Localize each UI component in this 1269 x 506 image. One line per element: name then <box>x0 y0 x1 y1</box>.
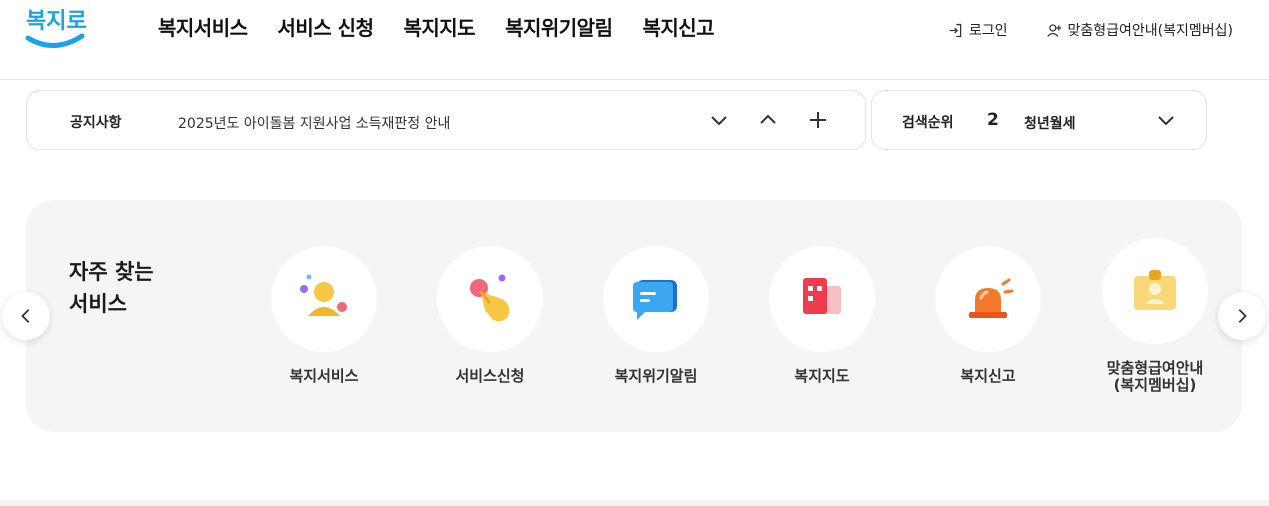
site-header: 복지로 복지서비스 서비스 신청 복지지도 복지위기알림 복지신고 로그인 맞춤… <box>0 0 1269 80</box>
search-rank-label: 검색순위 <box>902 115 954 131</box>
chevron-right-icon <box>1238 309 1247 323</box>
service-item-service-apply[interactable]: 서비스신청 <box>420 246 560 385</box>
person-icon <box>300 274 347 316</box>
chat-bubble-icon <box>633 280 677 320</box>
service-icon-circle <box>935 246 1041 352</box>
notice-next-button[interactable] <box>707 108 731 132</box>
frequent-services-title: 자주 찾는 서비스 <box>69 260 154 316</box>
logo[interactable]: 복지로 <box>22 2 88 52</box>
service-label: 맞춤형급여안내 (복지멤버십) <box>1106 359 1204 394</box>
map-icon <box>803 278 841 314</box>
notice-text[interactable]: 2025년도 아이돌봄 지원사업 소득재판정 안내 <box>178 113 450 133</box>
utility-menu: 로그인 맞춤형급여안내(복지멤버십) <box>947 20 1233 40</box>
login-link[interactable]: 로그인 <box>947 20 1008 40</box>
user-plus-icon <box>1046 23 1061 37</box>
service-icon-circle <box>603 246 709 352</box>
frequent-services-panel: 자주 찾는 서비스 복지서비스 서비스신청 복지위기알림 복지지도 복지신고 맞… <box>26 200 1242 432</box>
service-label: 복지위기알림 <box>614 367 698 385</box>
service-label: 복지서비스 <box>289 367 359 385</box>
nav-welfare-map[interactable]: 복지지도 <box>403 12 475 41</box>
login-icon <box>949 23 962 37</box>
service-item-welfare-report[interactable]: 복지신고 <box>918 246 1058 385</box>
service-item-membership[interactable]: 맞춤형급여안내 (복지멤버십) <box>1085 238 1225 394</box>
nav-service-apply[interactable]: 서비스 신청 <box>278 12 374 41</box>
service-item-welfare-map[interactable]: 복지지도 <box>752 246 892 385</box>
main-nav: 복지서비스 서비스 신청 복지지도 복지위기알림 복지신고 <box>158 12 715 41</box>
carousel-prev-button[interactable] <box>2 292 50 340</box>
svg-text:복지로: 복지로 <box>26 9 87 34</box>
chevron-down-icon <box>711 116 727 126</box>
search-rank-bar: 검색순위 2 청년월세 <box>871 90 1207 150</box>
section-divider <box>0 500 1269 506</box>
chevron-up-icon <box>760 114 776 124</box>
plus-icon <box>810 112 826 128</box>
chevron-down-icon <box>1158 116 1174 126</box>
login-label: 로그인 <box>968 23 1008 39</box>
notice-more-button[interactable] <box>806 108 830 132</box>
notice-label: 공지사항 <box>70 115 122 131</box>
search-rank-expand-button[interactable] <box>1154 108 1178 132</box>
nav-welfare-report[interactable]: 복지신고 <box>642 12 714 41</box>
service-label: 복지신고 <box>960 367 1016 385</box>
service-icon-circle <box>769 246 875 352</box>
service-label: 복지지도 <box>794 367 850 385</box>
service-item-crisis-alert[interactable]: 복지위기알림 <box>586 246 726 385</box>
search-rank-number: 2 <box>987 110 999 130</box>
membership-label: 맞춤형급여안내(복지멤버십) <box>1067 23 1233 39</box>
id-card-icon <box>1134 270 1176 310</box>
service-icon-circle <box>437 246 543 352</box>
hand-pointer-icon <box>470 274 510 322</box>
siren-icon <box>969 278 1014 318</box>
logo-mark: 복지로 <box>25 9 87 48</box>
notice-bar: 공지사항 2025년도 아이돌봄 지원사업 소득재판정 안내 <box>26 90 866 150</box>
service-label: 서비스신청 <box>455 367 525 385</box>
service-icon-circle <box>1102 238 1208 344</box>
search-rank-term[interactable]: 청년월세 <box>1024 113 1076 133</box>
nav-welfare-service[interactable]: 복지서비스 <box>158 12 248 41</box>
carousel-next-button[interactable] <box>1218 292 1266 340</box>
service-icon-circle <box>271 246 377 352</box>
notice-prev-button[interactable] <box>756 108 780 132</box>
membership-link[interactable]: 맞춤형급여안내(복지멤버십) <box>1046 20 1233 40</box>
nav-crisis-alert[interactable]: 복지위기알림 <box>505 12 613 41</box>
chevron-left-icon <box>21 309 30 323</box>
service-item-welfare-service[interactable]: 복지서비스 <box>254 246 394 385</box>
